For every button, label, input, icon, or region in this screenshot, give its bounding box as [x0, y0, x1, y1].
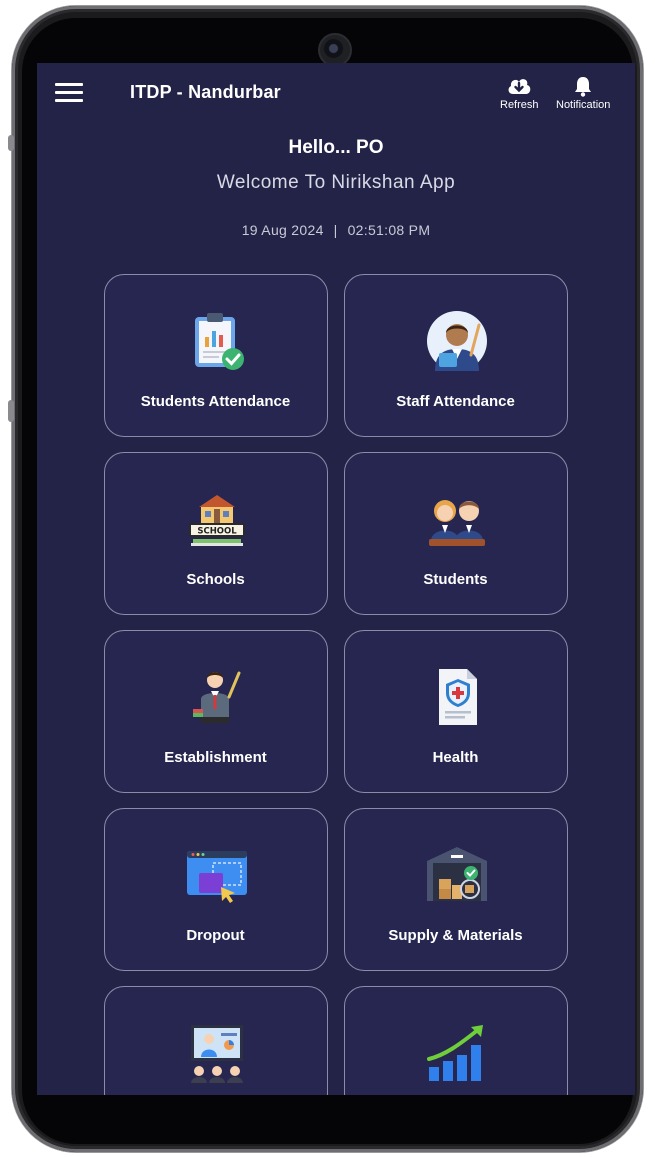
notification-button[interactable]: Notification [556, 75, 610, 111]
students-icon [429, 500, 485, 546]
current-date: 19 Aug 2024 [241, 222, 324, 238]
card-students[interactable]: Students [344, 452, 568, 615]
card-label: Supply & Materials [388, 927, 523, 944]
card-label: Health [432, 749, 479, 766]
teacher-pointer-icon [193, 671, 241, 723]
card-label: Establishment [164, 749, 267, 766]
school-building-icon: SCHOOL [189, 495, 245, 546]
dropout-window-icon [187, 851, 247, 903]
card-label: Students [423, 571, 488, 588]
refresh-button[interactable]: Refresh [500, 75, 539, 111]
card-establishment[interactable]: Establishment [104, 630, 328, 793]
front-camera [318, 33, 352, 67]
teacher-icon [427, 311, 487, 371]
growth-chart-icon [427, 1025, 483, 1081]
card-label: Dropout [186, 927, 245, 944]
app-bar: ITDP - Nandurbar Refresh Notification [37, 63, 635, 123]
card-students-attendance[interactable]: Students Attendance [104, 274, 328, 437]
card-dropout[interactable]: Dropout [104, 808, 328, 971]
card-training[interactable] [104, 986, 328, 1095]
side-button [8, 400, 14, 422]
card-health[interactable]: Health [344, 630, 568, 793]
card-label: Staff Attendance [396, 393, 515, 410]
cloud-download-icon [508, 79, 531, 94]
card-schools[interactable]: SCHOOL Schools [104, 452, 328, 615]
date-time-separator: | [333, 222, 338, 238]
card-supply-materials[interactable]: Supply & Materials [344, 808, 568, 971]
refresh-label: Refresh [500, 99, 539, 111]
app-screen: ITDP - Nandurbar Refresh Notification He… [37, 63, 635, 1095]
card-label: Schools [186, 571, 245, 588]
presentation-icon [191, 1025, 243, 1083]
notification-label: Notification [556, 99, 611, 111]
current-time: 02:51:08 PM [347, 222, 431, 238]
hamburger-menu-icon[interactable] [55, 83, 83, 103]
health-document-icon [439, 669, 477, 725]
warehouse-icon [427, 847, 487, 901]
card-staff-attendance[interactable]: Staff Attendance [344, 274, 568, 437]
card-label: Students Attendance [140, 393, 291, 410]
welcome-text: Welcome To Nirikshan App [216, 172, 456, 193]
svg-text:SCHOOL: SCHOOL [197, 527, 237, 537]
clipboard-chart-icon [195, 313, 244, 370]
card-progress[interactable] [344, 986, 568, 1095]
date-time: 19 Aug 2024 | 02:51:08 PM [37, 222, 635, 238]
bell-icon [575, 77, 592, 97]
greeting-hello: Hello... PO [288, 137, 384, 158]
app-title: ITDP - Nandurbar [130, 82, 281, 102]
side-button [8, 135, 14, 151]
